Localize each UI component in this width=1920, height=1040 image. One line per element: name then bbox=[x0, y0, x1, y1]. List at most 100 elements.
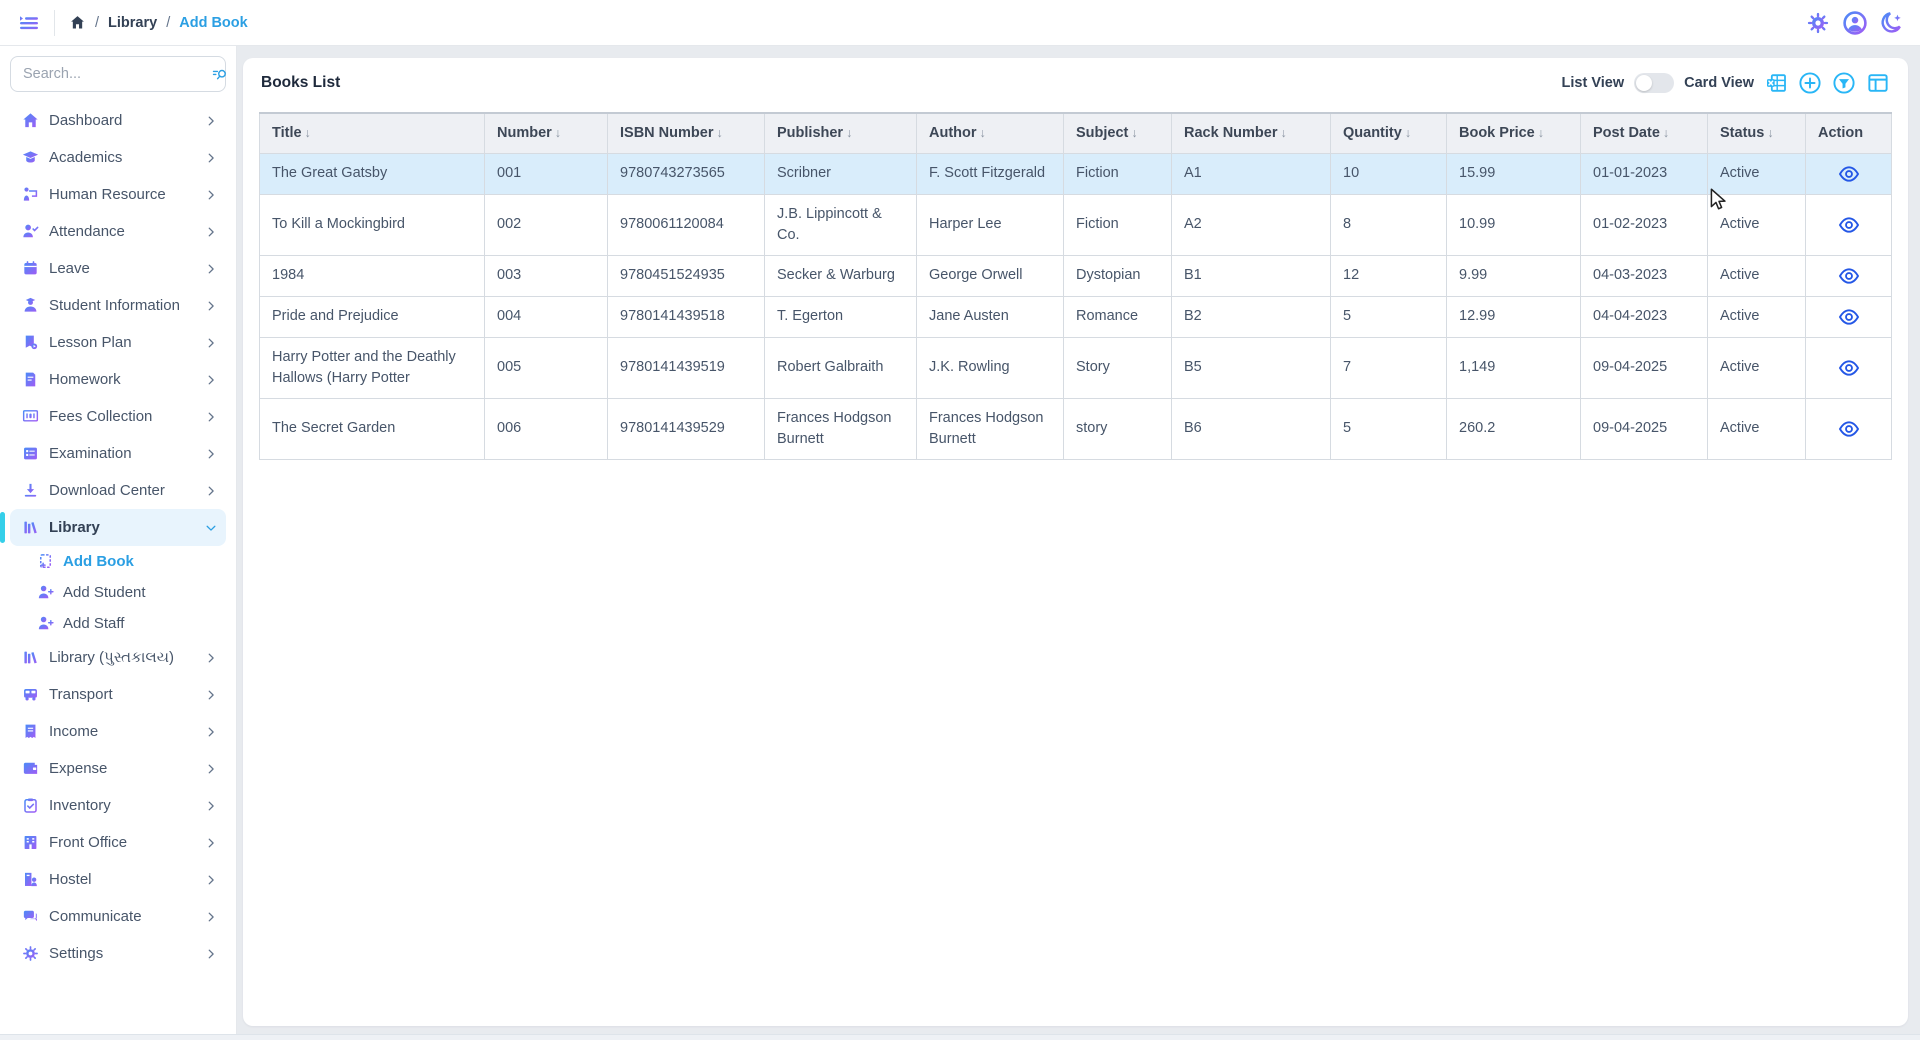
column-header-status[interactable]: Status↓ bbox=[1708, 113, 1806, 153]
eye-icon[interactable] bbox=[1838, 357, 1860, 379]
filter-icon[interactable] bbox=[1832, 71, 1856, 95]
eye-icon[interactable] bbox=[1838, 265, 1860, 287]
column-header-isbn-number[interactable]: ISBN Number↓ bbox=[608, 113, 765, 153]
eye-icon[interactable] bbox=[1838, 418, 1860, 440]
chevron-right-icon bbox=[204, 484, 218, 498]
sidebar-item-transport[interactable]: Transport bbox=[10, 676, 226, 713]
cell-isbn-number: 9780141439519 bbox=[608, 337, 765, 398]
table-row[interactable]: 19840039780451524935Secker & WarburgGeor… bbox=[260, 255, 1892, 296]
graduation-cap-icon bbox=[20, 148, 40, 168]
sidebar-subitem-add-student[interactable]: Add Student bbox=[28, 577, 226, 608]
clipboard-check-icon bbox=[20, 796, 40, 816]
sidebar-item-attendance[interactable]: Attendance bbox=[10, 213, 226, 250]
sidebar-item-label: Download Center bbox=[49, 482, 195, 499]
cell-rack-number: B6 bbox=[1172, 398, 1331, 459]
column-layout-icon[interactable] bbox=[1866, 71, 1890, 95]
sidebar-item-settings[interactable]: Settings bbox=[10, 935, 226, 972]
breadcrumb-add-book[interactable]: Add Book bbox=[179, 15, 247, 31]
column-header-publisher[interactable]: Publisher↓ bbox=[765, 113, 917, 153]
eye-icon[interactable] bbox=[1838, 214, 1860, 236]
sidebar-item-dashboard[interactable]: Dashboard bbox=[10, 102, 226, 139]
sidebar-item-library[interactable]: Library (પુસ્તકાલય) bbox=[10, 639, 226, 676]
cell-action bbox=[1806, 153, 1892, 194]
table-row[interactable]: The Secret Garden0069780141439529Frances… bbox=[260, 398, 1892, 459]
chevron-right-icon bbox=[204, 114, 218, 128]
table-row[interactable]: The Great Gatsby0019780743273565Scribner… bbox=[260, 153, 1892, 194]
sidebar-collapse-icon[interactable] bbox=[12, 6, 46, 40]
dark-mode-moon-icon[interactable] bbox=[1878, 9, 1906, 37]
sidebar-item-hostel[interactable]: Hostel bbox=[10, 861, 226, 898]
chevron-right-icon bbox=[204, 447, 218, 461]
sidebar-item-front-office[interactable]: Front Office bbox=[10, 824, 226, 861]
building-icon bbox=[20, 833, 40, 853]
column-header-rack-number[interactable]: Rack Number↓ bbox=[1172, 113, 1331, 153]
home-icon[interactable] bbox=[69, 14, 86, 31]
sidebar-item-label: Academics bbox=[49, 149, 195, 166]
sidebar-item-label: Income bbox=[49, 723, 195, 740]
view-toggle-switch[interactable] bbox=[1634, 73, 1674, 93]
sidebar-item-inventory[interactable]: Inventory bbox=[10, 787, 226, 824]
sidebar-item-leave[interactable]: Leave bbox=[10, 250, 226, 287]
sidebar-item-label: Inventory bbox=[49, 797, 195, 814]
sidebar-item-fees-collection[interactable]: Fees Collection bbox=[10, 398, 226, 435]
receipt-icon bbox=[20, 722, 40, 742]
sidebar-item-download-center[interactable]: Download Center bbox=[10, 472, 226, 509]
cell-book-price: 9.99 bbox=[1447, 255, 1581, 296]
cell-publisher: Secker & Warburg bbox=[765, 255, 917, 296]
sidebar-item-income[interactable]: Income bbox=[10, 713, 226, 750]
person-board-icon bbox=[20, 185, 40, 205]
add-icon[interactable] bbox=[1798, 71, 1822, 95]
search-icon[interactable] bbox=[210, 65, 229, 84]
column-header-number[interactable]: Number↓ bbox=[485, 113, 608, 153]
sidebar-item-library[interactable]: Library bbox=[10, 509, 226, 546]
chat-icon bbox=[20, 907, 40, 927]
settings-gear-icon[interactable] bbox=[1804, 9, 1832, 37]
chevron-right-icon bbox=[204, 410, 218, 424]
cell-post-date: 01-01-2023 bbox=[1581, 153, 1708, 194]
cell-quantity: 5 bbox=[1331, 296, 1447, 337]
sidebar-item-lesson-plan[interactable]: Lesson Plan bbox=[10, 324, 226, 361]
sidebar-item-expense[interactable]: Expense bbox=[10, 750, 226, 787]
person-check-icon bbox=[20, 222, 40, 242]
table-row[interactable]: Harry Potter and the Deathly Hallows (Ha… bbox=[260, 337, 1892, 398]
search-input[interactable] bbox=[23, 66, 210, 82]
sort-arrow-icon: ↓ bbox=[1280, 126, 1286, 140]
sidebar-item-student-information[interactable]: Student Information bbox=[10, 287, 226, 324]
sidebar-item-homework[interactable]: Homework bbox=[10, 361, 226, 398]
column-header-author[interactable]: Author↓ bbox=[917, 113, 1064, 153]
excel-export-icon[interactable] bbox=[1764, 71, 1788, 95]
sidebar-subitem-add-staff[interactable]: Add Staff bbox=[28, 608, 226, 639]
column-header-title[interactable]: Title↓ bbox=[260, 113, 485, 153]
home-icon bbox=[20, 111, 40, 131]
library-icon bbox=[20, 648, 40, 668]
library-icon bbox=[20, 518, 40, 538]
cell-rack-number: A1 bbox=[1172, 153, 1331, 194]
sidebar-item-human-resource[interactable]: Human Resource bbox=[10, 176, 226, 213]
sidebar-item-label: Library (પુસ્તકાલય) bbox=[49, 649, 195, 666]
column-header-book-price[interactable]: Book Price↓ bbox=[1447, 113, 1581, 153]
cell-number: 004 bbox=[485, 296, 608, 337]
sidebar-item-communicate[interactable]: Communicate bbox=[10, 898, 226, 935]
sidebar-subitem-add-book[interactable]: Add Book bbox=[28, 546, 226, 577]
column-header-subject[interactable]: Subject↓ bbox=[1064, 113, 1172, 153]
cell-publisher: Robert Galbraith bbox=[765, 337, 917, 398]
sidebar-item-examination[interactable]: Examination bbox=[10, 435, 226, 472]
eye-icon[interactable] bbox=[1838, 306, 1860, 328]
cell-subject: Fiction bbox=[1064, 153, 1172, 194]
cell-rack-number: A2 bbox=[1172, 194, 1331, 255]
breadcrumb-library[interactable]: Library bbox=[108, 15, 157, 31]
sort-arrow-icon: ↓ bbox=[716, 126, 722, 140]
eye-icon[interactable] bbox=[1838, 163, 1860, 185]
table-row[interactable]: Pride and Prejudice0049780141439518T. Eg… bbox=[260, 296, 1892, 337]
cell-title: Harry Potter and the Deathly Hallows (Ha… bbox=[260, 337, 485, 398]
horizontal-scrollbar[interactable] bbox=[0, 1034, 1920, 1040]
cell-isbn-number: 9780061120084 bbox=[608, 194, 765, 255]
user-profile-icon[interactable] bbox=[1841, 9, 1869, 37]
column-header-post-date[interactable]: Post Date↓ bbox=[1581, 113, 1708, 153]
cell-publisher: T. Egerton bbox=[765, 296, 917, 337]
sidebar-subitem-label: Add Staff bbox=[63, 615, 124, 632]
sidebar-item-academics[interactable]: Academics bbox=[10, 139, 226, 176]
column-header-quantity[interactable]: Quantity↓ bbox=[1331, 113, 1447, 153]
sidebar-item-label: Transport bbox=[49, 686, 195, 703]
table-row[interactable]: To Kill a Mockingbird0029780061120084J.B… bbox=[260, 194, 1892, 255]
